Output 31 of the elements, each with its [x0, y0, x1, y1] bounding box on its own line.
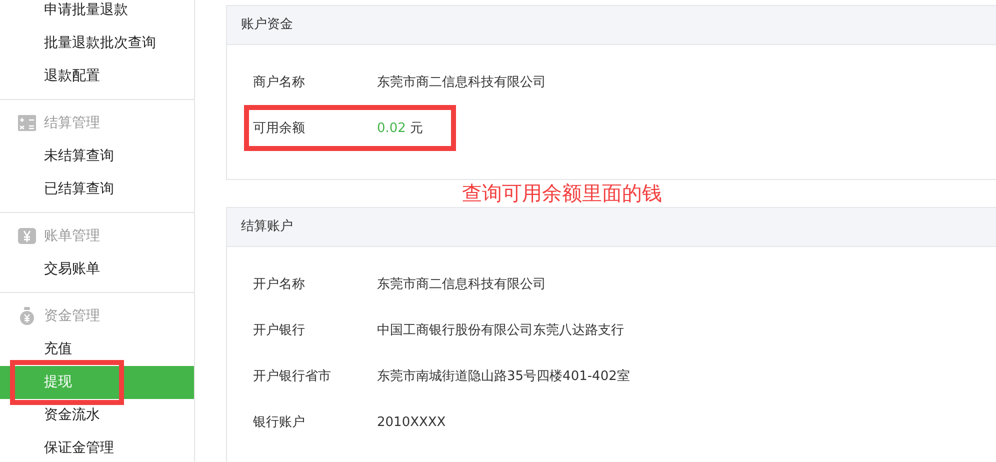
field-value: 东莞市商二信息科技有限公司	[377, 276, 546, 293]
panel-title: 账户资金	[227, 6, 996, 45]
nav-item[interactable]: 已结算查询	[0, 173, 194, 206]
nav-item[interactable]: 充值	[0, 333, 194, 366]
annotation-note: 查询可用余额里面的钱	[461, 180, 663, 207]
panel-title: 结算账户	[227, 208, 996, 247]
group-header: 结算管理	[44, 114, 100, 132]
yen-icon	[18, 228, 36, 244]
nav-item[interactable]: 保证金管理	[0, 432, 194, 462]
nav-item[interactable]: 交易账单	[0, 253, 194, 286]
group-header: 账单管理	[44, 227, 100, 245]
money-bag-icon	[18, 307, 36, 325]
field-label: 可用余额	[253, 120, 306, 137]
field-label: 开户名称	[253, 276, 306, 293]
field-value: 东莞市南城街道隐山路35号四楼401-402室	[377, 368, 630, 385]
nav-item[interactable]: 批量退款批次查询	[0, 27, 194, 60]
nav-item[interactable]: 退款配置	[0, 60, 194, 93]
field-label: 银行账户	[253, 414, 306, 431]
field-label: 开户银行	[253, 322, 306, 339]
nav-item[interactable]: 申请批量退款	[0, 0, 194, 27]
field-label: 商户名称	[253, 74, 306, 91]
field-label: 开户银行省市	[253, 368, 332, 385]
nav-item[interactable]: 资金流水	[0, 399, 194, 432]
nav-item[interactable]: 未结算查询	[0, 140, 194, 173]
field-value: 东莞市商二信息科技有限公司	[377, 74, 546, 91]
group-header: 资金管理	[44, 307, 100, 325]
field-value: 2010XXXX	[377, 414, 446, 430]
amount-value: 0.02	[377, 120, 406, 136]
field-value: 中国工商银行股份有限公司东莞八达路支行	[377, 322, 624, 339]
calculator-icon	[18, 115, 36, 131]
currency-unit: 元	[410, 120, 423, 137]
